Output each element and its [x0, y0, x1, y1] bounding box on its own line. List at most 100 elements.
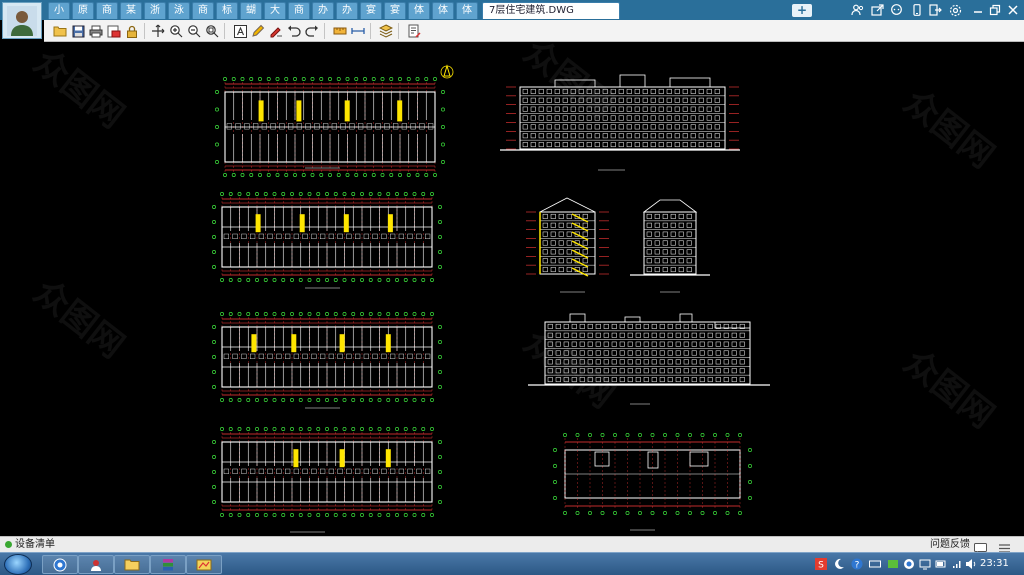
mobile-icon[interactable]	[909, 3, 924, 17]
document-tab[interactable]: 商	[192, 2, 214, 19]
device-list-label[interactable]: 设备清单	[15, 538, 55, 551]
elevation-line	[542, 258, 548, 264]
elevation-line	[634, 106, 640, 112]
layers-icon[interactable]	[378, 23, 394, 39]
feedback-link[interactable]: 问题反馈	[930, 538, 970, 551]
print-icon[interactable]	[88, 23, 104, 39]
elevation-line	[666, 115, 672, 121]
exit-icon[interactable]	[928, 3, 943, 17]
document-tab[interactable]: 商	[288, 2, 310, 19]
signal-icon[interactable]	[951, 558, 963, 570]
plan-line	[215, 125, 219, 129]
settings-icon[interactable]	[948, 3, 963, 17]
close-icon[interactable]	[1005, 3, 1020, 17]
export-icon[interactable]	[106, 23, 122, 39]
plan-line	[220, 427, 224, 431]
elevation-line	[731, 350, 737, 356]
volume-icon[interactable]	[965, 558, 977, 570]
elevation-line	[562, 97, 568, 103]
document-tab[interactable]: 商	[96, 2, 118, 19]
plan-line	[231, 173, 236, 177]
elevation-line	[522, 133, 528, 139]
document-tab[interactable]: 原	[72, 2, 94, 19]
plan-line	[368, 513, 373, 517]
people-icon[interactable]	[850, 3, 865, 17]
share-icon[interactable]	[870, 3, 885, 17]
elevation-line	[715, 350, 721, 356]
document-tab[interactable]: 办	[312, 2, 334, 19]
dimension-icon[interactable]	[350, 23, 366, 39]
document-tab[interactable]: 体	[408, 2, 430, 19]
moon-icon[interactable]	[833, 558, 845, 570]
document-tab[interactable]: 某	[120, 2, 142, 19]
undo-icon[interactable]	[286, 23, 302, 39]
taskbar-app-archive[interactable]	[150, 555, 186, 574]
ime-icon[interactable]: S	[815, 558, 827, 570]
plan-line	[441, 107, 445, 112]
taskbar-clock[interactable]: 23:31	[980, 557, 1009, 570]
document-tab[interactable]: 浙	[144, 2, 166, 19]
active-document-tab[interactable]: 7层住宅建筑.DWG	[482, 2, 620, 19]
chat-icon[interactable]	[889, 3, 904, 17]
drawing-canvas[interactable]: 众图网 众图网 众图网 众图网 众图网 众图网	[0, 42, 1024, 536]
grid-bubble	[575, 511, 580, 515]
text-icon[interactable]	[232, 23, 248, 39]
measure-icon[interactable]	[332, 23, 348, 39]
battery-icon[interactable]	[935, 558, 947, 570]
properties-icon[interactable]	[406, 23, 422, 39]
document-tab[interactable]: 大	[264, 2, 286, 19]
plan-line	[240, 77, 245, 81]
elevation-line	[587, 350, 593, 356]
document-tab[interactable]: 体	[432, 2, 454, 19]
lock-icon[interactable]	[124, 23, 140, 39]
plan-line	[398, 77, 402, 81]
grid-bubble	[748, 448, 752, 452]
document-tab[interactable]: 蝴	[240, 2, 262, 19]
document-tab[interactable]: 宴	[384, 2, 406, 19]
plan-line	[337, 468, 343, 475]
document-tab[interactable]: 宴	[360, 2, 382, 19]
elevation-line	[683, 332, 689, 338]
taskbar-app-browser[interactable]	[42, 555, 78, 574]
zoom-out-icon[interactable]	[186, 23, 202, 39]
save-icon[interactable]	[70, 23, 86, 39]
add-tab-button[interactable]: +	[792, 4, 812, 17]
zoom-in-icon[interactable]	[168, 23, 184, 39]
taskbar-app-explorer[interactable]	[114, 555, 150, 574]
elevation-line	[610, 133, 616, 139]
sync-icon[interactable]	[903, 558, 915, 570]
start-button[interactable]	[4, 554, 32, 575]
elevation-line	[550, 231, 556, 237]
document-tab[interactable]: 办	[336, 2, 358, 19]
taskbar-app-user[interactable]	[78, 555, 114, 574]
zoom-extents-icon[interactable]	[204, 23, 220, 39]
grid-bubble	[748, 480, 752, 484]
document-tab[interactable]: 标	[216, 2, 238, 19]
elevation-line	[698, 124, 704, 130]
plan-line	[328, 353, 334, 360]
gpu-icon[interactable]	[887, 558, 899, 570]
taskbar-app-cad-viewer[interactable]	[186, 555, 222, 574]
plan-line	[325, 192, 329, 196]
pencil-icon[interactable]	[250, 23, 266, 39]
plan-line	[424, 173, 429, 177]
document-tab[interactable]: 小	[48, 2, 70, 19]
network-icon[interactable]	[919, 558, 931, 570]
help-icon[interactable]: ?	[851, 558, 863, 570]
user-avatar[interactable]	[2, 2, 42, 39]
open-folder-icon[interactable]	[52, 23, 68, 39]
restore-icon[interactable]	[987, 3, 1002, 17]
cloud-markup-icon[interactable]	[268, 23, 284, 39]
redo-icon[interactable]	[304, 23, 320, 39]
keyboard-icon[interactable]	[869, 558, 881, 570]
document-tab[interactable]: 泳	[168, 2, 190, 19]
minimize-icon[interactable]	[970, 3, 985, 17]
document-tab[interactable]: 体	[456, 2, 478, 19]
plan-line	[351, 427, 356, 431]
pan-icon[interactable]	[150, 23, 166, 39]
elevation-line	[538, 115, 544, 121]
app-window: 小原商某浙泳商标蝴大商办办宴宴体体体 7层住宅建筑.DWG + 众图网 众图网 …	[0, 0, 1024, 575]
elevation-line	[595, 359, 601, 365]
elevation-line	[667, 377, 673, 383]
grid-bubble	[650, 433, 655, 437]
